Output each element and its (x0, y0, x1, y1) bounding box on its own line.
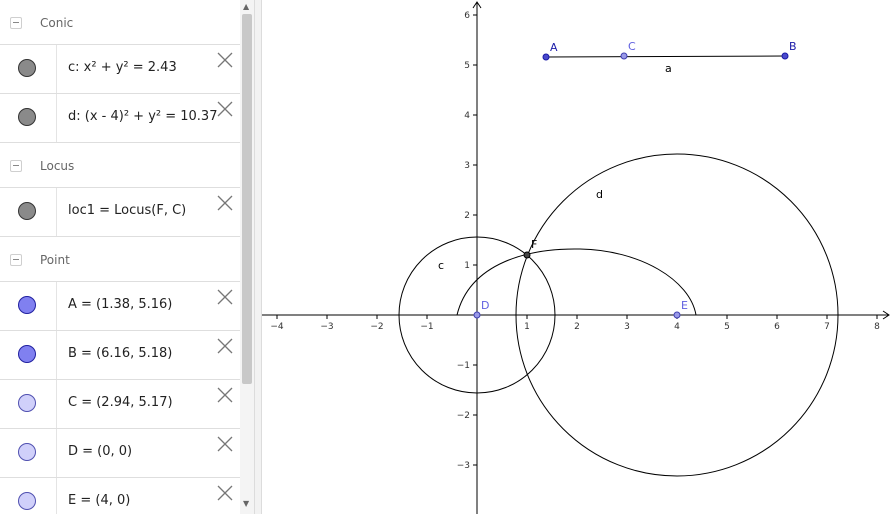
formula-text[interactable]: C = (2.94, 5.17) (68, 395, 173, 410)
x-axis-ticks: −4 −3 −2 −1 1 2 3 4 5 6 7 8 (270, 315, 880, 332)
x-tick-label: 8 (874, 322, 880, 332)
close-icon[interactable] (216, 288, 234, 306)
collapse-toggle-conic[interactable] (10, 17, 22, 29)
graphics-view[interactable]: −4 −3 −2 −1 1 2 3 4 5 6 7 8 6 5 4 3 2 1 −1 −2 −3 A B C D E … (262, 0, 893, 514)
point-C[interactable] (620, 52, 628, 60)
formula-text[interactable]: loc1 = Locus(F, C) (68, 203, 186, 218)
formula-text[interactable]: c: x² + y² = 2.43 (68, 60, 177, 75)
category-conic[interactable]: Conic (0, 0, 240, 46)
view-divider[interactable] (254, 0, 262, 514)
close-icon[interactable] (216, 337, 234, 355)
algebra-row-d[interactable]: d: (x - 4)² + y² = 10.37 (0, 93, 240, 142)
locus-loc1[interactable] (456, 248, 697, 316)
y-tick-label: 1 (464, 261, 470, 271)
algebra-view: Conic c: x² + y² = 2.43 d: (x - 4)² + y²… (0, 0, 240, 514)
x-tick-label: 6 (774, 322, 780, 332)
label-A: A (550, 41, 558, 54)
marble-icon[interactable] (18, 443, 36, 461)
scroll-thumb[interactable] (242, 14, 252, 384)
y-tick-label: −2 (457, 411, 470, 421)
x-tick-label: 2 (574, 322, 580, 332)
y-tick-label: 2 (464, 211, 470, 221)
label-segment-a: a (665, 62, 672, 75)
label-circle-d: d (596, 188, 603, 201)
marble-icon[interactable] (18, 296, 36, 314)
visibility-toggle-A[interactable] (0, 282, 57, 330)
algebra-row-E[interactable]: E = (4, 0) (0, 477, 240, 514)
visibility-toggle-loc1[interactable] (0, 188, 57, 236)
x-tick-label: 5 (724, 322, 730, 332)
label-D: D (481, 299, 489, 312)
category-label-locus: Locus (40, 159, 75, 173)
y-axis-ticks: 6 5 4 3 2 1 −1 −2 −3 (457, 11, 477, 471)
formula-text[interactable]: D = (0, 0) (68, 444, 132, 459)
y-tick-label: 4 (464, 111, 470, 121)
visibility-toggle-E[interactable] (0, 478, 57, 514)
visibility-toggle-d[interactable] (0, 94, 57, 142)
visibility-toggle-c[interactable] (0, 45, 57, 93)
label-circle-c: c (438, 259, 444, 272)
marble-icon[interactable] (18, 59, 36, 77)
collapse-toggle-point[interactable] (10, 254, 22, 266)
x-tick-label: −2 (370, 322, 383, 332)
segment-a[interactable] (545, 55, 786, 58)
marble-icon[interactable] (18, 345, 36, 363)
category-locus[interactable]: Locus (0, 142, 240, 188)
marble-icon[interactable] (18, 492, 36, 510)
close-icon[interactable] (216, 484, 234, 502)
graphics-canvas[interactable]: −4 −3 −2 −1 1 2 3 4 5 6 7 8 654321−1−2−3 A B C D E … (262, 0, 893, 514)
y-tick-label: −1 (457, 361, 470, 371)
category-point[interactable]: Point (0, 236, 240, 282)
visibility-toggle-C[interactable] (0, 380, 57, 428)
algebra-row-B[interactable]: B = (6.16, 5.18) (0, 330, 240, 379)
x-tick-label: −4 (270, 322, 284, 332)
point-E[interactable] (673, 311, 681, 319)
algebra-row-D[interactable]: D = (0, 0) (0, 428, 240, 477)
close-icon[interactable] (216, 100, 234, 118)
formula-text[interactable]: A = (1.38, 5.16) (68, 297, 172, 312)
x-tick-label: 4 (674, 322, 680, 332)
visibility-toggle-B[interactable] (0, 331, 57, 379)
scroll-down-arrow-icon[interactable]: ▼ (243, 500, 249, 508)
y-tick-label: 5 (464, 61, 470, 71)
close-icon[interactable] (216, 435, 234, 453)
algebra-row-C[interactable]: C = (2.94, 5.17) (0, 379, 240, 428)
marble-icon[interactable] (18, 108, 36, 126)
y-tick-label: −3 (457, 461, 470, 471)
formula-text[interactable]: B = (6.16, 5.18) (68, 346, 172, 361)
label-F: F (531, 238, 537, 251)
visibility-toggle-D[interactable] (0, 429, 57, 477)
category-label-conic: Conic (40, 16, 74, 30)
formula-text[interactable]: d: (x - 4)² + y² = 10.37 (68, 109, 217, 124)
close-icon[interactable] (216, 51, 234, 69)
algebra-scrollbar[interactable]: ▲ ▼ (240, 0, 254, 514)
close-icon[interactable] (216, 386, 234, 404)
x-tick-label: 7 (824, 322, 830, 332)
point-D[interactable] (473, 311, 481, 319)
point-A[interactable] (542, 53, 550, 61)
x-tick-label: −1 (420, 322, 433, 332)
y-tick-label: 6 (464, 11, 470, 21)
x-tick-label: 1 (524, 322, 530, 332)
collapse-toggle-locus[interactable] (10, 160, 22, 172)
label-B: B (789, 40, 797, 53)
algebra-row-loc1[interactable]: loc1 = Locus(F, C) (0, 187, 240, 236)
close-icon[interactable] (216, 194, 234, 212)
category-label-point: Point (40, 253, 70, 267)
point-F[interactable] (523, 251, 531, 259)
marble-icon[interactable] (18, 394, 36, 412)
algebra-row-c[interactable]: c: x² + y² = 2.43 (0, 44, 240, 93)
label-C: C (628, 40, 636, 53)
scroll-up-arrow-icon[interactable]: ▲ (243, 3, 249, 11)
label-E: E (681, 299, 688, 312)
x-tick-label: −3 (320, 322, 333, 332)
x-tick-label: 3 (624, 322, 630, 332)
algebra-row-A[interactable]: A = (1.38, 5.16) (0, 281, 240, 330)
point-B[interactable] (781, 52, 789, 60)
y-tick-label: 3 (464, 161, 470, 171)
marble-icon[interactable] (18, 202, 36, 220)
formula-text[interactable]: E = (4, 0) (68, 493, 130, 508)
